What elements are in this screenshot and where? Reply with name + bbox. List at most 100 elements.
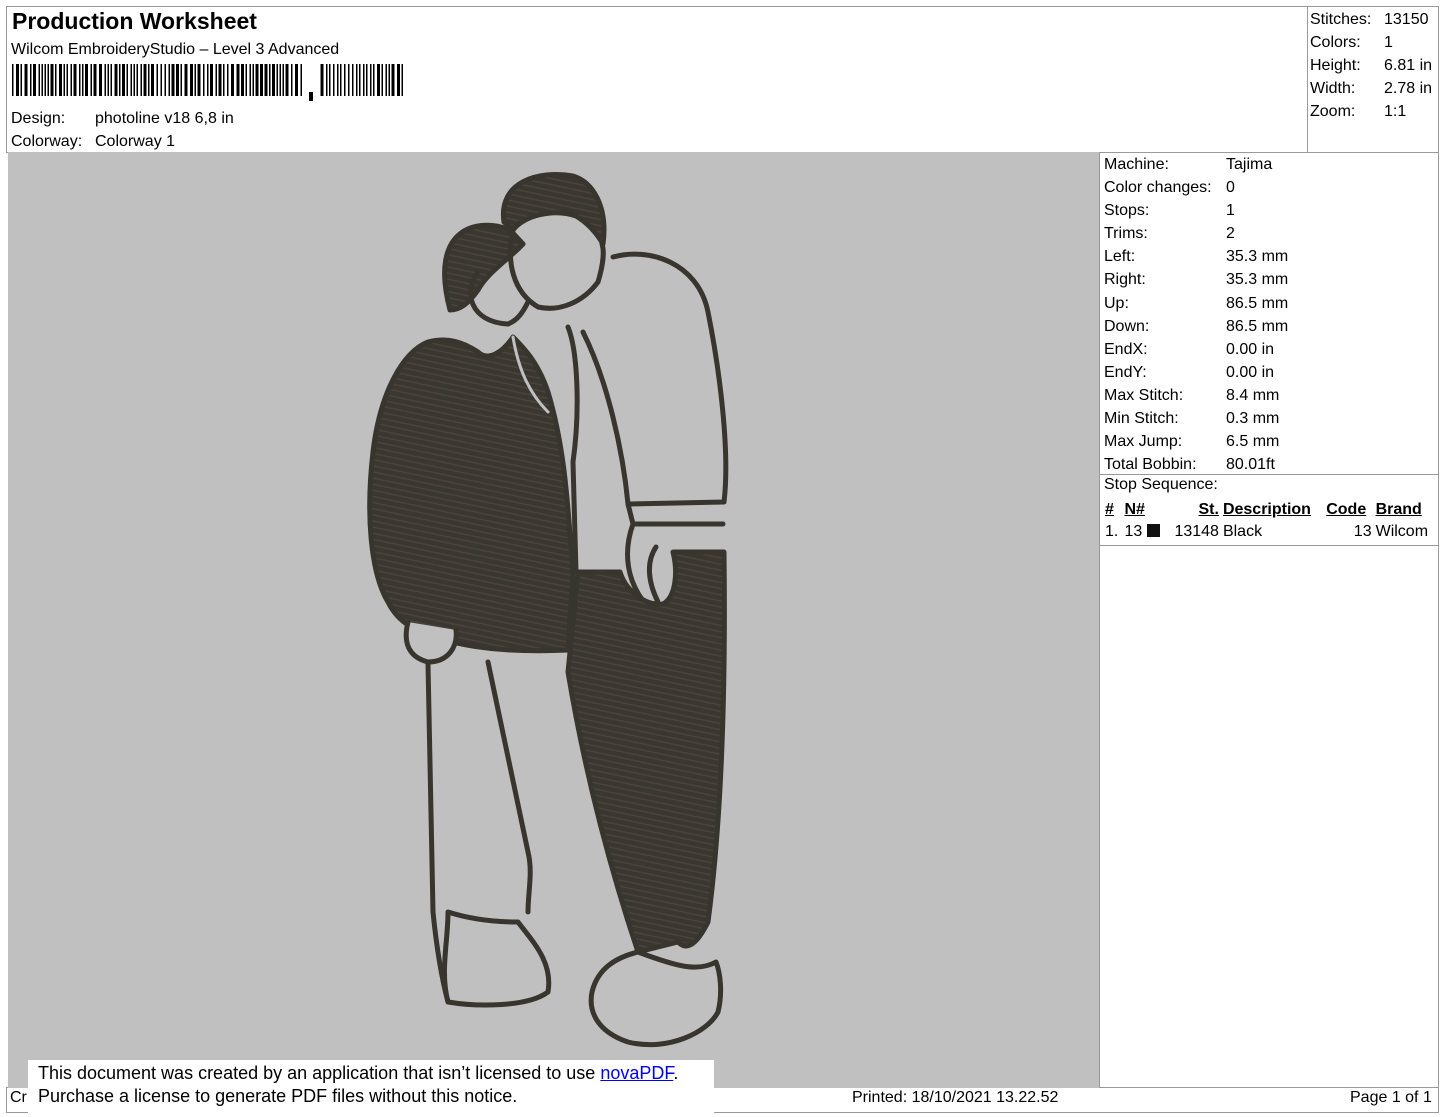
machine-value: Tajima	[1226, 156, 1273, 173]
barcode-bar	[143, 64, 147, 96]
barcode-bar	[370, 64, 372, 96]
man-hair	[500, 172, 607, 247]
color-changes-value: 0	[1226, 179, 1235, 197]
barcode-bar	[340, 64, 342, 96]
stops-label: Stops:	[1104, 202, 1150, 220]
zoom-label: Zoom:	[1310, 103, 1356, 120]
trims-value: 2	[1226, 225, 1235, 243]
woman-shoe	[441, 909, 552, 1008]
barcode-bar	[156, 64, 158, 96]
barcode-bar	[171, 64, 175, 96]
up-label: Up:	[1104, 294, 1129, 312]
row-index: 1.	[1105, 523, 1119, 540]
left-value: 35.3 mm	[1226, 248, 1289, 266]
novapdf-link[interactable]: novaPDF	[600, 1063, 673, 1083]
man-face	[508, 227, 606, 311]
barcode-bar	[63, 64, 65, 96]
barcode-bar	[190, 64, 193, 96]
barcode-bar	[231, 64, 234, 96]
barcode-bar	[168, 64, 170, 96]
design-preview	[8, 152, 1099, 1088]
barcode-bar	[269, 64, 271, 96]
barcode-bar	[136, 64, 138, 96]
barcode-bar	[41, 64, 43, 96]
col-stitches: St.	[1198, 501, 1219, 518]
colors-label: Colors:	[1310, 34, 1361, 51]
man-torso	[565, 324, 621, 575]
stitches-label: Stitches:	[1310, 11, 1372, 28]
license-notice: This document was created by an applicat…	[28, 1060, 714, 1114]
barcode-bar	[210, 64, 213, 96]
barcode-bar	[377, 64, 380, 96]
printed-date: Printed: 18/10/2021 13.22.52	[852, 1089, 1059, 1106]
barcode-bar	[252, 64, 254, 96]
summary-stats: Stitches: 13150 Colors: 1 Height: 6.81 in W…	[1310, 8, 1432, 123]
woman-sweater	[367, 334, 576, 654]
footer-created: Cr	[10, 1089, 27, 1106]
color-swatch	[1146, 524, 1160, 537]
barcode-bar	[337, 64, 339, 96]
barcode-bar	[99, 64, 102, 96]
barcode-bar	[194, 64, 196, 96]
barcode-bar	[385, 64, 387, 96]
barcode-bar	[47, 64, 49, 96]
zoom-value: 1:1	[1384, 103, 1407, 120]
col-description: Description	[1222, 501, 1311, 518]
barcode-bar	[30, 64, 32, 96]
page-number: Page 1 of 1	[1350, 1089, 1432, 1106]
barcode-bar	[184, 64, 188, 96]
design-label: Design:	[11, 110, 66, 127]
notice-period: .	[673, 1063, 679, 1083]
barcode-bar	[272, 64, 275, 96]
barcode-bar	[66, 64, 68, 96]
design-value: photoline v18 6,8 in	[95, 110, 234, 127]
barcode-bar	[122, 64, 125, 96]
row-code: 13	[1353, 523, 1372, 540]
max-stitch-label: Max Stitch:	[1104, 386, 1184, 404]
barcode-bar	[33, 64, 36, 96]
total-bobbin-label: Total Bobbin:	[1104, 456, 1197, 474]
barcode-bar	[70, 64, 72, 96]
right-value: 35.3 mm	[1226, 271, 1289, 289]
barcode-bar	[90, 64, 92, 96]
barcode-bar	[73, 64, 77, 96]
barcode-bar	[333, 64, 335, 96]
max-stitch-value: 8.4 mm	[1226, 386, 1280, 404]
notice-line2: Purchase a license to generate PDF files…	[38, 1086, 518, 1106]
barcode-bar	[151, 64, 154, 96]
barcode-bar	[107, 64, 109, 96]
barcode-bar	[218, 64, 222, 96]
col-needle: N#	[1124, 501, 1145, 518]
barcode-bar	[24, 64, 28, 96]
table-row: 1. 13 13148 Black 13 Wilcom	[1103, 521, 1437, 543]
barcode-bar	[359, 64, 361, 96]
embroidery-figure	[367, 172, 729, 1048]
barcode-bar	[366, 64, 368, 96]
barcode-bar	[245, 64, 247, 96]
row-needle: 13	[1124, 523, 1143, 540]
stops-value: 1	[1226, 202, 1235, 220]
man-arm	[580, 251, 729, 507]
barcode-bar	[133, 64, 135, 96]
barcode-bar	[160, 64, 162, 96]
barcode-bar	[326, 64, 328, 96]
barcode-bar	[391, 64, 395, 96]
barcode-bar	[285, 64, 289, 96]
barcode-bar	[93, 64, 97, 96]
total-bobbin-value: 80.01ft	[1226, 456, 1275, 474]
barcode-bar	[344, 64, 346, 96]
endy-label: EndY:	[1104, 363, 1147, 381]
barcode-bar	[119, 64, 121, 96]
right-label: Right:	[1104, 271, 1146, 289]
barcode-bar	[207, 64, 209, 96]
barcode-bar	[264, 64, 268, 96]
stitches-value: 13150	[1384, 11, 1429, 28]
side-empty-frame	[1099, 545, 1439, 1088]
barcode-bar	[176, 64, 179, 96]
page-title: Production Worksheet	[12, 8, 257, 34]
woman-leg-right	[485, 659, 533, 915]
barcode-bar	[282, 64, 284, 96]
row-brand: Wilcom	[1375, 523, 1429, 540]
barcode-bar	[126, 64, 128, 96]
barcode-bar	[300, 64, 302, 96]
